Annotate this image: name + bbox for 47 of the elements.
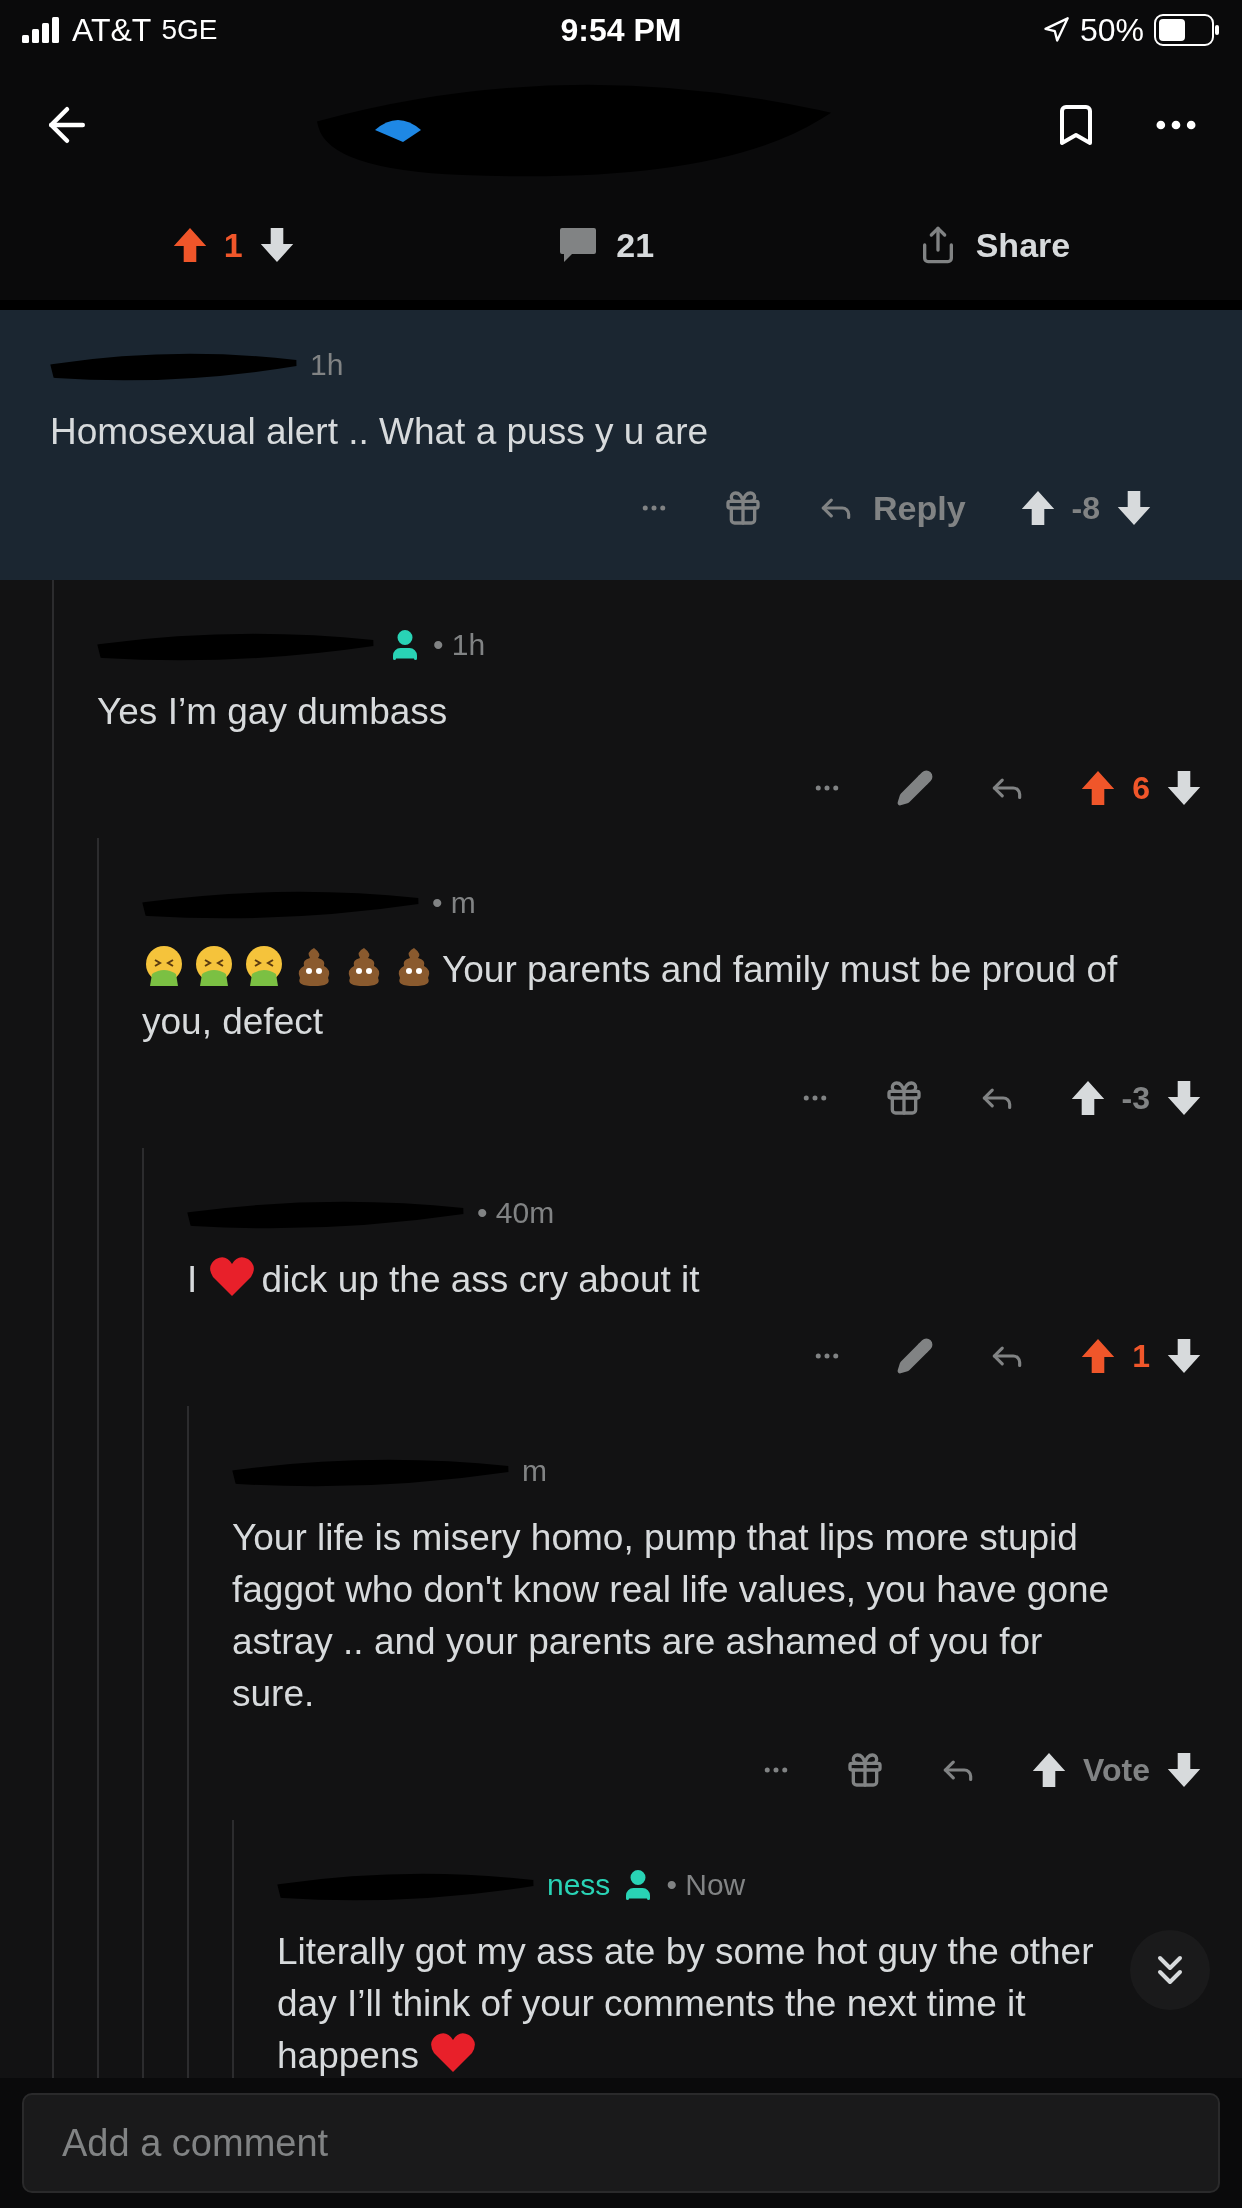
carrier: AT&T bbox=[72, 11, 152, 49]
comment-time: 1h bbox=[310, 348, 344, 382]
vote-score: -3 bbox=[1121, 1079, 1150, 1117]
network-type: 5GE bbox=[161, 14, 218, 46]
edit-icon[interactable] bbox=[896, 769, 935, 807]
upvote-icon[interactable] bbox=[1019, 489, 1056, 527]
signal-icon bbox=[22, 17, 62, 43]
downvote-icon[interactable] bbox=[1166, 1751, 1202, 1789]
vote-score: -8 bbox=[1071, 489, 1100, 527]
battery-percent: 50% bbox=[1079, 11, 1144, 49]
comment-text: Your parents and family must be proud of you, defect bbox=[142, 944, 1122, 1048]
location-icon bbox=[1041, 16, 1070, 44]
downvote-icon[interactable] bbox=[1166, 1079, 1202, 1117]
comment-text: Your life is misery homo, pump that lips more stupid faggot who don't know real life values, you have gone astray .. and your parents are ashamed of you for sure. bbox=[232, 1516, 1111, 1716]
upvote-icon[interactable] bbox=[1080, 1337, 1117, 1375]
upvote-icon[interactable] bbox=[1031, 1751, 1068, 1789]
comment-time: • m bbox=[432, 886, 476, 920]
upvote-icon[interactable] bbox=[171, 226, 208, 264]
comment-icon[interactable] bbox=[558, 226, 599, 264]
upvote-icon[interactable] bbox=[1069, 1079, 1106, 1117]
upvote-icon[interactable] bbox=[1080, 769, 1117, 807]
vote-score: Vote bbox=[1083, 1751, 1150, 1789]
comment-text: Homosexual alert .. What a puss y u are bbox=[50, 410, 710, 454]
comment-time: • Now bbox=[666, 1868, 746, 1902]
clock: 9:54 PM bbox=[560, 11, 682, 49]
heart-icon bbox=[429, 2030, 478, 2074]
comment-time: m bbox=[522, 1454, 547, 1488]
downvote-icon[interactable] bbox=[258, 226, 295, 264]
comment-count: 21 bbox=[616, 225, 655, 265]
comment-input[interactable]: Add a comment bbox=[22, 2093, 1220, 2193]
downvote-icon[interactable] bbox=[1116, 489, 1152, 527]
comment-time: • 40m bbox=[477, 1196, 555, 1230]
comment-time: • 1h bbox=[433, 628, 486, 662]
comment-text: Literally got my ass ate by some hot guy the other day I’ll think of your comments the next time it happens bbox=[277, 1930, 1095, 2078]
edit-icon[interactable] bbox=[896, 1337, 935, 1375]
downvote-icon[interactable] bbox=[1166, 1337, 1202, 1375]
comment-text: I dick up the ass cry about it bbox=[187, 1254, 1122, 1306]
heart-icon bbox=[207, 1254, 256, 1298]
downvote-icon[interactable] bbox=[1166, 769, 1202, 807]
share-button[interactable]: Share bbox=[917, 225, 1071, 265]
vote-score: 6 bbox=[1132, 769, 1150, 807]
username[interactable]: ness bbox=[547, 1868, 611, 1902]
post-score: 1 bbox=[223, 225, 243, 265]
vote-score: 1 bbox=[1132, 1337, 1150, 1375]
battery-icon bbox=[1154, 14, 1220, 46]
reply-button[interactable]: Reply bbox=[816, 488, 966, 528]
comment-text: Yes I’m gay dumbass bbox=[97, 690, 449, 734]
